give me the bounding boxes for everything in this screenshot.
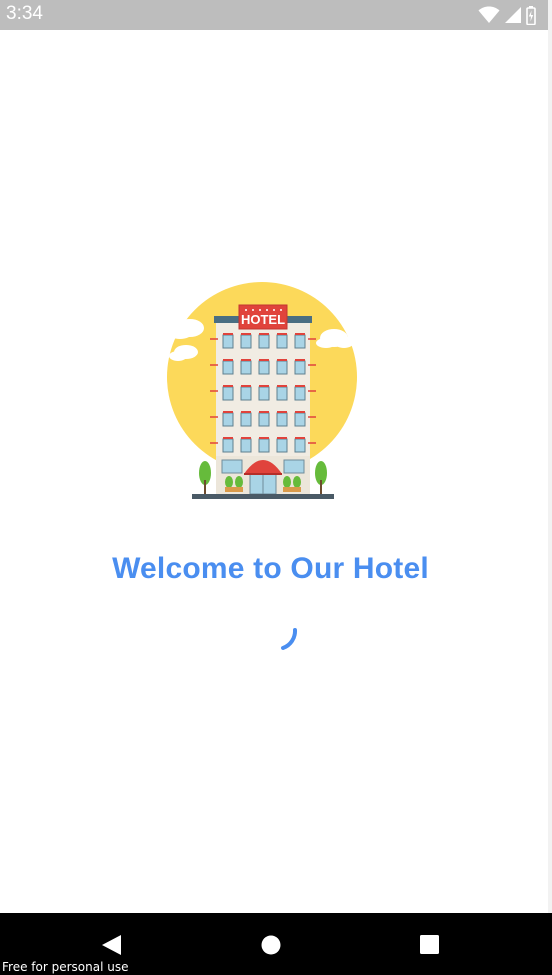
hotel-window xyxy=(276,386,288,401)
window-awning xyxy=(259,385,269,387)
hotel-window xyxy=(240,334,252,349)
window-awning xyxy=(223,359,233,361)
hotel-window xyxy=(240,360,252,375)
window-awning xyxy=(223,385,233,387)
window-awning xyxy=(259,437,269,439)
back-icon xyxy=(102,935,121,955)
window-awning xyxy=(241,333,251,335)
loading-spinner xyxy=(268,620,308,660)
window-awning xyxy=(223,333,233,335)
hotel-illustration: HOTEL xyxy=(164,280,360,502)
hotel-window xyxy=(222,412,234,427)
window-awning xyxy=(295,437,305,439)
status-time: 3:34 xyxy=(6,3,43,24)
hotel-window xyxy=(294,334,306,349)
home-icon xyxy=(261,935,281,955)
hotel-window xyxy=(258,360,270,375)
window-awning xyxy=(259,359,269,361)
hotel-window xyxy=(240,412,252,427)
recents-icon xyxy=(420,935,439,954)
hotel-window xyxy=(294,438,306,453)
window-awning xyxy=(241,359,251,361)
hotel-window xyxy=(240,438,252,453)
window-awning xyxy=(223,411,233,413)
screen-edge xyxy=(548,0,552,913)
hotel-window xyxy=(294,360,306,375)
hotel-window xyxy=(258,334,270,349)
hotel-window xyxy=(258,438,270,453)
window-awning xyxy=(277,385,287,387)
recents-button[interactable] xyxy=(418,933,442,957)
status-icons xyxy=(478,5,536,25)
hotel-window xyxy=(276,438,288,453)
navigation-bar: Free for personal use xyxy=(0,913,552,975)
hotel-window xyxy=(276,360,288,375)
battery-icon xyxy=(526,5,536,25)
home-button[interactable] xyxy=(260,933,284,957)
hotel-window xyxy=(258,386,270,401)
hotel-window xyxy=(276,334,288,349)
window-awning xyxy=(223,437,233,439)
window-awning xyxy=(295,333,305,335)
hotel-window xyxy=(240,386,252,401)
status-bar: 3:34 xyxy=(0,0,548,30)
hotel-window xyxy=(222,386,234,401)
splash-content: HOTEL Welcome to Our Hotel xyxy=(0,30,548,913)
welcome-title: Welcome to Our Hotel xyxy=(112,552,429,585)
window-awning xyxy=(295,385,305,387)
window-awning xyxy=(241,385,251,387)
hotel-window xyxy=(294,412,306,427)
hotel-window xyxy=(222,334,234,349)
hotel-window xyxy=(276,412,288,427)
wifi-icon xyxy=(478,6,500,24)
window-awning xyxy=(259,411,269,413)
window-awning xyxy=(295,359,305,361)
watermark-text: Free for personal use xyxy=(1,960,130,974)
hotel-window xyxy=(222,360,234,375)
signal-icon xyxy=(504,6,522,24)
window-awning xyxy=(241,437,251,439)
window-awning xyxy=(277,437,287,439)
window-awning xyxy=(277,333,287,335)
window-awning xyxy=(277,411,287,413)
window-awning xyxy=(277,359,287,361)
window-awning xyxy=(295,411,305,413)
hotel-window xyxy=(222,438,234,453)
svg-text:HOTEL: HOTEL xyxy=(241,312,285,327)
back-button[interactable] xyxy=(99,933,123,957)
window-awning xyxy=(241,411,251,413)
hotel-window xyxy=(294,386,306,401)
window-awning xyxy=(259,333,269,335)
hotel-window xyxy=(258,412,270,427)
app-screen: 3:34 HOTEL Welcome to Our Hotel Free for… xyxy=(0,0,552,975)
